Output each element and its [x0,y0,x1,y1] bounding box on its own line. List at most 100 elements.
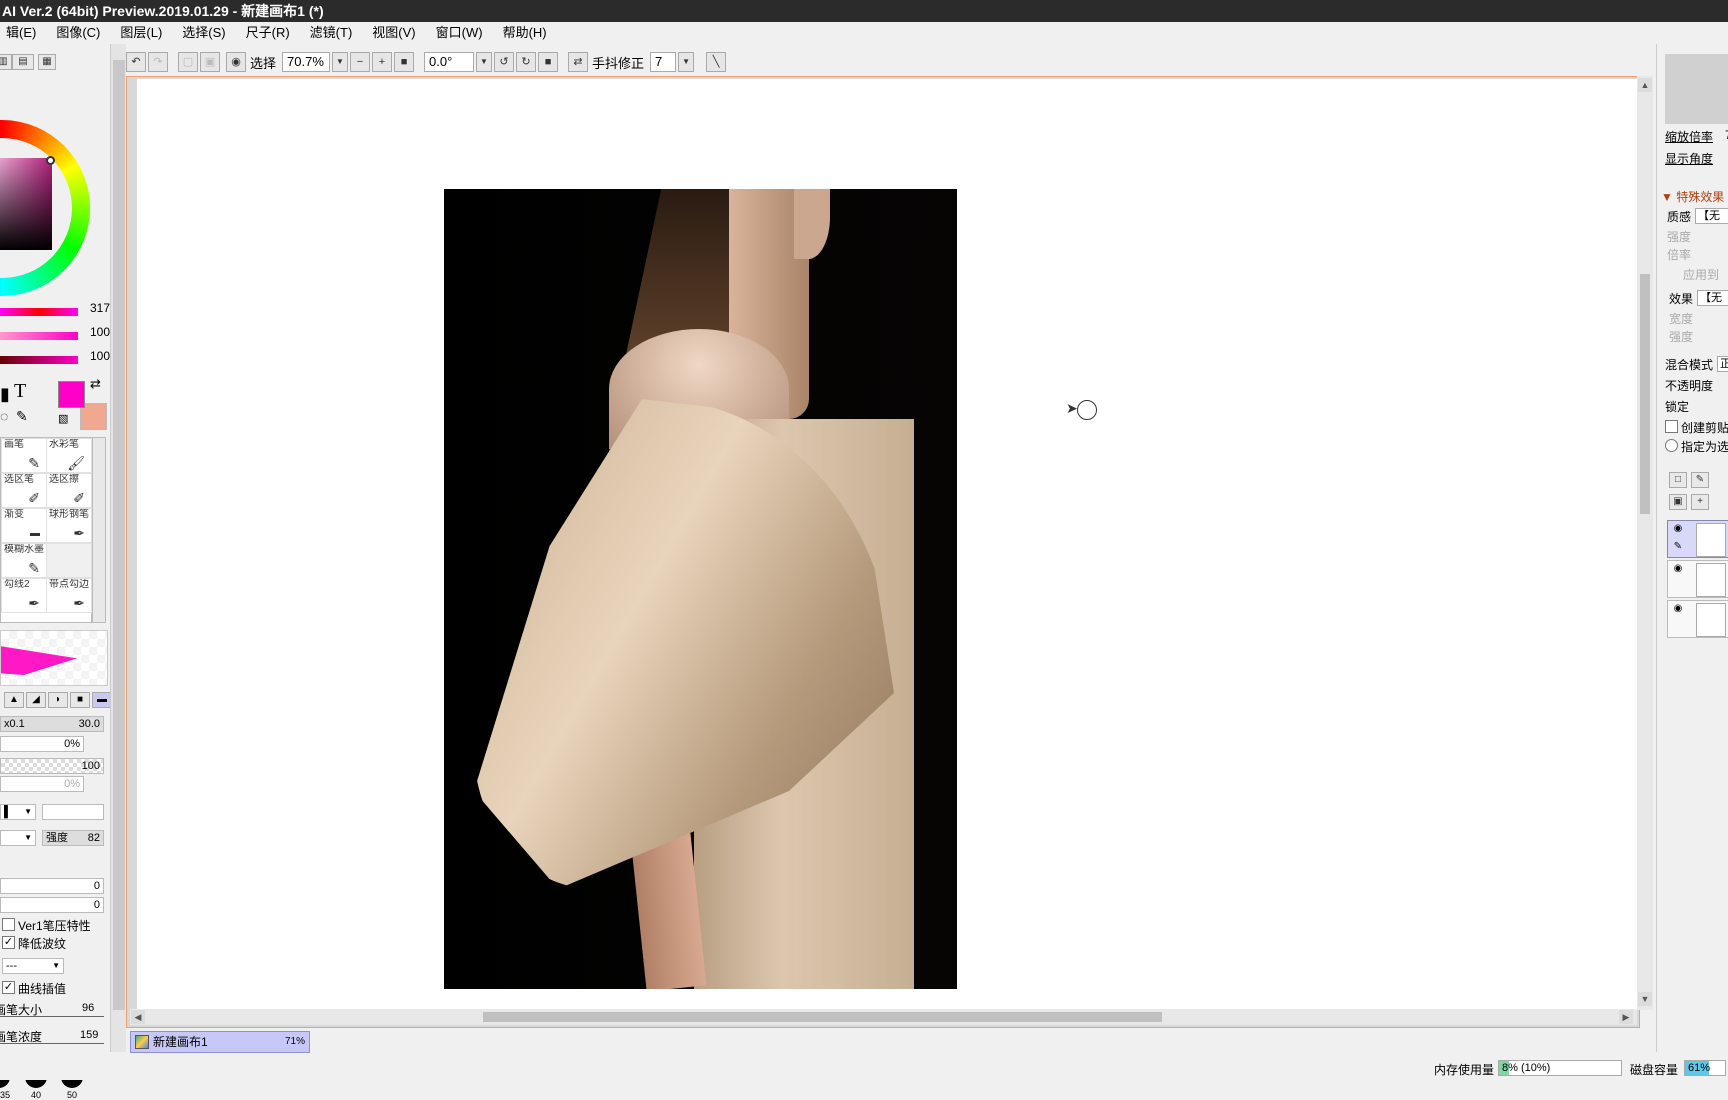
create-clip-checkbox[interactable] [1665,420,1678,433]
dash-select[interactable]: --- ▼ [2,958,64,974]
color-wheel-mode-icon[interactable]: ▥ [0,54,12,70]
left-panel-scrollbar[interactable] [110,44,126,1052]
rotation-dropdown-icon[interactable]: ▼ [476,52,493,72]
scroll-up-icon[interactable]: ▲ [1638,78,1652,92]
fill-tool-icon[interactable]: ▮ [0,384,10,405]
layer-row[interactable]: ◉ ✎ [1667,520,1728,558]
left-panel-scroll-thumb[interactable] [113,60,125,1010]
horizontal-scroll-thumb[interactable] [483,1012,1162,1022]
density-field[interactable]: 100 [0,758,104,774]
tool-pen[interactable]: 球形钢笔 ✒ [46,508,92,543]
layer-row[interactable]: ◉ [1667,560,1728,598]
tool-list-scrollbar[interactable] [92,437,106,623]
transparent-color-icon[interactable]: ▧ [58,412,68,425]
stabilizer-dropdown-icon[interactable]: ▼ [678,52,695,72]
zoom-out-icon[interactable]: − [350,52,371,72]
menu-view[interactable]: 视图(V) [362,22,425,44]
brush-size-field[interactable]: x0.1 30.0 [0,716,104,732]
zoom-dropdown-icon[interactable]: ▼ [332,52,349,72]
selection-visibility-icon[interactable]: ◉ [226,52,246,72]
numeric-field-b[interactable]: 0 [0,897,104,913]
texture-select[interactable]: ▼ [0,830,36,846]
min-density-field[interactable]: 0% [0,776,84,792]
merge-layer-icon[interactable]: + [1691,494,1709,510]
menu-window[interactable]: 窗口(W) [426,22,493,44]
scroll-right-icon[interactable]: ▶ [1619,1010,1633,1024]
brush-shape-sharp-icon[interactable]: ▲ [4,692,24,708]
tool-watercolor[interactable]: 水彩笔 🖌 [46,438,92,473]
menu-select[interactable]: 选择(S) [172,22,235,44]
effect-select[interactable]: 【无 [1697,290,1728,306]
saturation-value-square[interactable] [0,158,52,250]
layer-visibility-eye-icon[interactable]: ◉ [1670,563,1686,577]
value-slider[interactable] [0,356,78,364]
rotate-right-icon[interactable]: ↻ [516,52,537,72]
menu-layer[interactable]: 图层(L) [110,22,172,44]
flip-horizontal-icon[interactable]: ⇄ [568,52,589,72]
reduce-wave-checkbox[interactable]: ✓ [2,936,15,949]
menu-ruler[interactable]: 尺子(R) [236,22,300,44]
deselect-icon[interactable]: ▢ [178,52,198,72]
layer-folder-icon[interactable]: ▣ [1669,494,1687,510]
vertical-scroll-thumb[interactable] [1640,274,1650,514]
text-tool-icon[interactable]: T [14,380,26,403]
tool-selection-pen[interactable]: 选区笔 ✐ [1,473,47,508]
color-slider-mode-icon[interactable]: ▤ [12,54,34,70]
straight-line-icon[interactable]: ╲ [706,52,727,72]
brush-shape-soft-icon[interactable]: ◢ [26,692,46,708]
navigator-preview[interactable] [1665,54,1728,124]
zoom-input[interactable]: 70.7% [282,52,331,72]
blend-value-field[interactable] [42,804,104,820]
rotation-reset-icon[interactable]: ■ [538,52,559,72]
canvas-horizontal-scrollbar[interactable]: ◀ ▶ [130,1009,1637,1025]
zoom-reset-icon[interactable]: ■ [394,52,415,72]
scroll-left-icon[interactable]: ◀ [131,1010,145,1024]
designate-radio[interactable] [1665,439,1678,452]
strength-field[interactable]: 强度 82 [42,830,104,846]
invert-selection-icon[interactable]: ▣ [200,52,220,72]
layer-row[interactable]: ◉ [1667,600,1728,638]
numeric-field-a[interactable]: 0 [0,878,104,894]
texture-select[interactable]: 【无 [1695,208,1728,224]
saturation-slider[interactable] [0,332,78,340]
redo-icon[interactable]: ↷ [148,52,168,72]
brush-shape-flat-icon[interactable]: ■ [70,692,90,708]
pen-size-slider[interactable] [0,1016,104,1017]
new-layer-icon[interactable]: □ [1669,472,1687,488]
canvas-area[interactable] [126,76,1641,1028]
tool-dotted-liner[interactable]: 带点勾边 ✒ [46,578,92,613]
undo-icon[interactable]: ↶ [126,52,146,72]
swap-colors-icon[interactable]: ⇄ [90,376,101,392]
layer-visibility-eye-icon[interactable]: ◉ [1670,603,1686,617]
menu-filter[interactable]: 滤镜(T) [300,22,363,44]
layer-visibility-eye-icon[interactable]: ◉ [1670,523,1686,537]
tool-brush[interactable]: 画笔 ✎ [1,438,47,473]
ver1-pressure-checkbox[interactable] [2,918,15,931]
hue-slider[interactable] [0,308,78,316]
blend-mode-select[interactable]: 正 [1717,356,1728,372]
menu-help[interactable]: 帮助(H) [493,22,557,44]
menu-edit[interactable]: 辑(E) [0,22,46,44]
brush-shape-square-icon[interactable]: ▬ [92,692,112,708]
scroll-down-icon[interactable]: ▼ [1638,992,1652,1006]
special-effects-header[interactable]: ▼ 特殊效果 [1661,188,1724,205]
shape-tool-icon[interactable]: ◌ [0,408,8,424]
tool-blur-ink[interactable]: 模糊水墨 ✎ [1,543,47,578]
eyedropper-icon[interactable]: ✎ [16,408,28,425]
min-size-field[interactable]: 0% [0,736,84,752]
hue-knob[interactable] [46,156,55,165]
rotation-input[interactable]: 0.0° [424,52,475,72]
pen-density-slider[interactable] [0,1043,104,1044]
tool-liner[interactable]: 勾线2 ✒ [1,578,47,613]
canvas-vertical-scrollbar[interactable]: ▲ ▼ [1637,76,1653,1010]
zoom-in-icon[interactable]: + [372,52,393,72]
palette-mode-icon[interactable]: ▦ [38,54,56,70]
curve-interp-checkbox[interactable]: ✓ [2,981,15,994]
stabilizer-input[interactable]: 7 [650,52,677,72]
menu-image[interactable]: 图像(C) [46,22,110,44]
tool-gradient[interactable]: 渐变 ▬ [1,508,47,543]
new-linework-layer-icon[interactable]: ✎ [1691,472,1709,488]
tool-selection-eraser[interactable]: 选区擦 ✐ [46,473,92,508]
blend-select[interactable]: ▌ ▼ [0,804,36,820]
document-tab[interactable]: 新建画布1 71% [130,1031,310,1053]
